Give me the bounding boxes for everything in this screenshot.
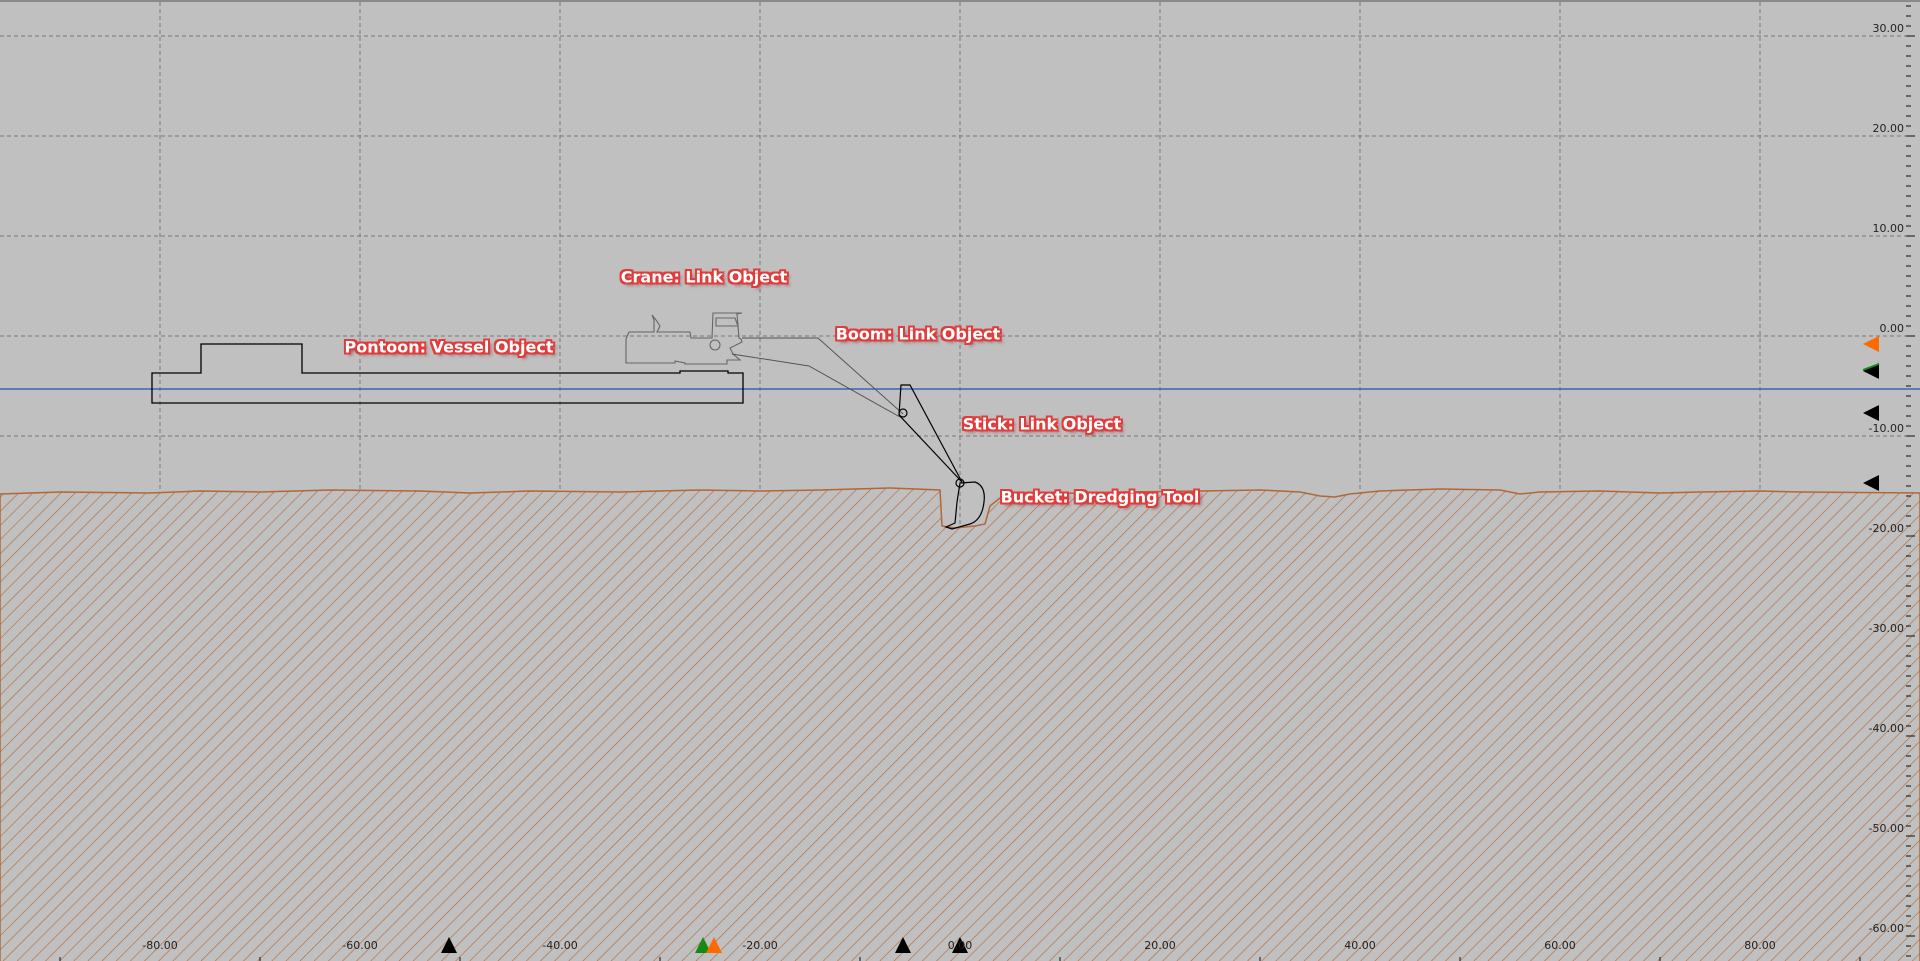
seabed-profile [0,487,1920,961]
stick-label[interactable]: Stick: Link Object [963,415,1122,434]
y-axis-label: -40.00 [1868,722,1904,735]
right-level-marker-icon [1863,405,1879,421]
boom-label[interactable]: Boom: Link Object [836,325,1001,344]
bucket-tool[interactable] [944,478,985,530]
y-axis-label: 10.00 [1872,222,1905,235]
x-axis-label: -60.00 [342,939,378,952]
right-level-marker-icon [1863,336,1879,352]
x-axis-label: -40.00 [542,939,578,952]
x-axis-label: 0.00 [947,939,973,952]
x-axis-label: 60.00 [1544,939,1576,952]
y-axis-label: -60.00 [1868,922,1904,935]
y-axis-label: -30.00 [1868,622,1904,635]
pontoon-label[interactable]: Pontoon: Vessel Object [345,338,554,357]
x-axis-label: 40.00 [1344,939,1376,952]
right-level-marker-icon [1863,475,1879,491]
x-axis-label: 80.00 [1744,939,1776,952]
y-axis-label: -20.00 [1868,522,1904,535]
profile-view-canvas[interactable]: 30.00 20.00 10.00 0.00 -10.00 -20.00 -30.00 -40… [0,0,1920,961]
bucket-label[interactable]: Bucket: Dredging Tool [1001,488,1200,507]
y-axis-label: 30.00 [1872,22,1905,35]
y-axis-label: 0.00 [1879,322,1905,335]
boom-link[interactable] [731,337,904,418]
crane-label[interactable]: Crane: Link Object [621,268,787,287]
y-axis-label: -10.00 [1868,422,1904,435]
x-axis-label: 20.00 [1144,939,1176,952]
y-axis-label: 20.00 [1872,122,1905,135]
x-axis-label: -80.00 [142,939,178,952]
crane-link[interactable] [625,312,743,365]
profile-drawing [0,2,1920,961]
y-axis-label: -50.00 [1868,822,1904,835]
stick-link[interactable] [898,384,963,483]
x-axis-label: -20.00 [742,939,778,952]
